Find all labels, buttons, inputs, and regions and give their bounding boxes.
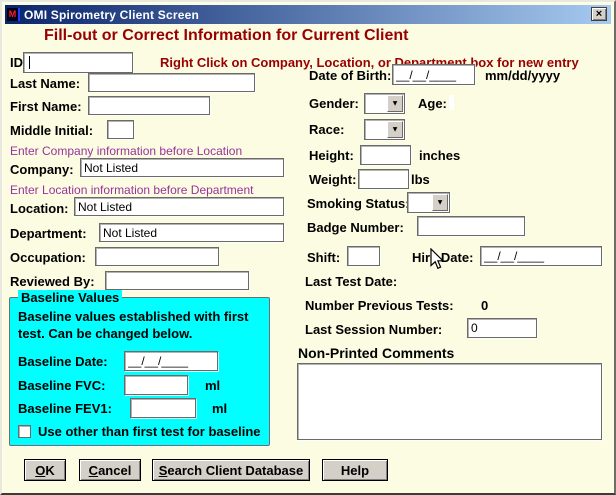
close-icon[interactable]: × — [591, 7, 607, 21]
id-input[interactable] — [23, 52, 133, 73]
baseline-date-input[interactable] — [124, 351, 218, 371]
middle-initial-input[interactable] — [107, 120, 134, 139]
gender-select[interactable]: ▼ — [364, 93, 405, 114]
baseline-fvc-label: Baseline FVC: — [18, 378, 105, 393]
age-value-field — [449, 95, 454, 110]
last-test-date-label: Last Test Date: — [305, 274, 397, 289]
num-previous-tests-label: Number Previous Tests: — [305, 298, 454, 313]
badge-number-label: Badge Number: — [307, 220, 404, 235]
last-name-label: Last Name: — [10, 76, 80, 91]
location-label: Location: — [10, 201, 69, 216]
chevron-down-icon[interactable]: ▼ — [432, 194, 448, 211]
last-session-number-label: Last Session Number: — [305, 322, 442, 337]
baseline-fev1-unit: ml — [212, 401, 227, 416]
reviewed-by-label: Reviewed By: — [10, 274, 95, 289]
ok-button-rest: K — [45, 463, 54, 478]
shift-input[interactable] — [347, 246, 380, 266]
hire-date-input[interactable] — [480, 246, 602, 266]
cancel-button[interactable]: Cancel — [79, 459, 141, 481]
reviewed-by-input[interactable] — [105, 271, 249, 290]
smoking-status-select[interactable]: ▼ — [407, 192, 450, 213]
comments-textarea[interactable] — [297, 363, 602, 440]
baseline-checkbox-label: Use other than first test for baseline — [38, 424, 261, 439]
search-client-database-button[interactable]: Search Client Database — [152, 459, 310, 481]
race-label: Race: — [309, 122, 344, 137]
height-label: Height: — [309, 148, 354, 163]
ok-button[interactable]: OK — [24, 459, 66, 481]
num-previous-tests-value: 0 — [481, 298, 488, 313]
weight-label: Weight: — [309, 172, 356, 187]
company-label: Company: — [10, 162, 74, 177]
last-name-input[interactable] — [88, 73, 255, 92]
chevron-down-icon[interactable]: ▼ — [387, 121, 403, 138]
first-name-input[interactable] — [88, 96, 210, 115]
baseline-desc-line2: test. Can be changed below. — [18, 326, 192, 341]
age-label: Age: — [418, 96, 447, 111]
last-session-number-input[interactable] — [467, 318, 537, 338]
gender-label: Gender: — [309, 96, 359, 111]
baseline-fvc-input[interactable] — [124, 375, 188, 395]
baseline-fvc-unit: ml — [205, 378, 220, 393]
dob-label: Date of Birth: — [309, 68, 391, 83]
help-button[interactable]: Help — [322, 459, 388, 481]
location-input[interactable] — [74, 197, 284, 216]
baseline-date-label: Baseline Date: — [18, 354, 108, 369]
smoking-status-label: Smoking Status: — [307, 196, 410, 211]
baseline-group-title: Baseline Values — [18, 290, 122, 305]
location-hint: Enter Location information before Depart… — [10, 183, 253, 197]
window-title: OMI Spirometry Client Screen — [24, 8, 199, 22]
page-title: Fill-out or Correct Information for Curr… — [44, 27, 408, 45]
title-bar: M OMI Spirometry Client Screen × — [5, 5, 611, 24]
app-icon: M — [7, 8, 20, 21]
occupation-label: Occupation: — [10, 250, 86, 265]
text-caret — [29, 56, 30, 69]
cancel-button-rest: ancel — [98, 463, 131, 478]
company-input[interactable] — [80, 158, 284, 177]
badge-number-input[interactable] — [417, 216, 525, 236]
department-input[interactable] — [99, 223, 284, 242]
search-button-rest: earch Client Database — [167, 463, 303, 478]
baseline-fev1-label: Baseline FEV1: — [18, 401, 112, 416]
baseline-desc-line1: Baseline values established with first — [18, 309, 248, 324]
comments-label: Non-Printed Comments — [298, 345, 454, 361]
occupation-input[interactable] — [95, 247, 219, 266]
first-name-label: First Name: — [10, 99, 82, 114]
dob-input[interactable] — [392, 64, 475, 85]
height-input[interactable] — [360, 145, 411, 165]
baseline-checkbox[interactable] — [18, 425, 31, 438]
cancel-button-key: C — [89, 463, 98, 478]
chevron-down-icon[interactable]: ▼ — [387, 95, 403, 112]
shift-label: Shift: — [307, 250, 340, 265]
department-label: Department: — [10, 226, 87, 241]
ok-button-key: O — [35, 463, 45, 478]
weight-input[interactable] — [358, 169, 409, 189]
client-screen-dialog: M OMI Spirometry Client Screen × Fill-ou… — [0, 0, 616, 495]
weight-unit: lbs — [411, 172, 430, 187]
middle-initial-label: Middle Initial: — [10, 123, 93, 138]
height-unit: inches — [419, 148, 460, 163]
race-select[interactable]: ▼ — [364, 119, 405, 140]
baseline-fev1-input[interactable] — [130, 398, 196, 418]
company-hint: Enter Company information before Locatio… — [10, 144, 242, 158]
dob-format-label: mm/dd/yyyy — [485, 68, 560, 83]
hire-date-label: Hire Date: — [412, 250, 473, 265]
